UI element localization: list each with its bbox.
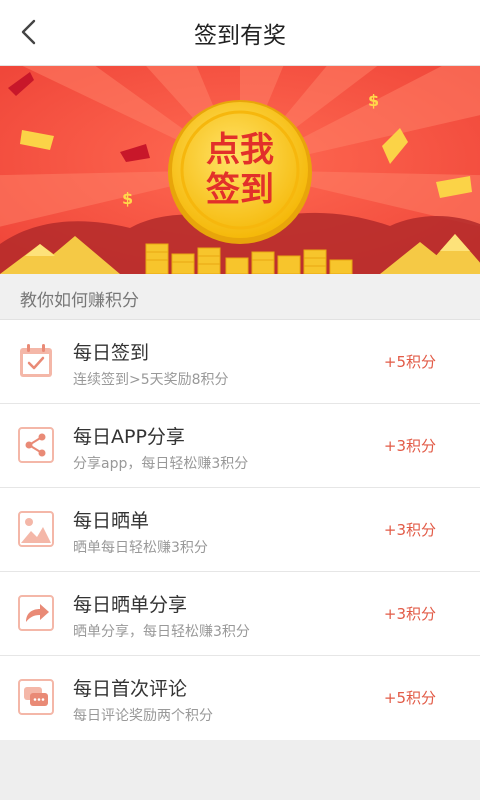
task-name: 每日APP分享 xyxy=(73,426,185,448)
task-description: 晒单每日轻松赚3积分 xyxy=(73,540,208,556)
page-title: 签到有奖 xyxy=(194,23,286,49)
task-item-daily-checkin[interactable]: 每日签到 连续签到>5天奖励8积分 +5积分 xyxy=(0,320,480,404)
task-item-app-share[interactable]: 每日APP分享 分享app，每日轻松赚3积分 +3积分 xyxy=(0,404,480,488)
task-item-show-order-share[interactable]: 每日晒单分享 晒单分享，每日轻松赚3积分 +3积分 xyxy=(0,572,480,656)
sign-in-button-line2: 签到 xyxy=(206,170,274,210)
section-title: 教你如何赚积分 xyxy=(20,291,139,311)
share-icon xyxy=(18,427,54,463)
forward-arrow-icon xyxy=(18,595,54,631)
image-icon xyxy=(18,511,54,547)
task-name: 每日签到 xyxy=(73,342,150,364)
sign-in-banner: $ $ 点我 签到 xyxy=(0,66,480,274)
task-description: 每日评论奖励两个积分 xyxy=(73,708,213,724)
task-name: 每日晒单分享 xyxy=(73,594,188,616)
task-description: 分享app，每日轻松赚3积分 xyxy=(73,456,249,472)
sign-in-button-line1: 点我 xyxy=(206,130,274,170)
task-points: +3积分 xyxy=(383,605,436,623)
task-points: +3积分 xyxy=(383,437,436,455)
comment-bubble-icon xyxy=(18,679,54,715)
task-item-first-comment[interactable]: 每日首次评论 每日评论奖励两个积分 +5积分 xyxy=(0,656,480,740)
task-item-show-order[interactable]: 每日晒单 晒单每日轻松赚3积分 +3积分 xyxy=(0,488,480,572)
section-header: 教你如何赚积分 xyxy=(0,274,480,320)
top-bar: 签到有奖 xyxy=(0,0,480,66)
task-description: 连续签到>5天奖励8积分 xyxy=(73,372,229,388)
task-name: 每日晒单 xyxy=(73,510,150,532)
task-points: +3积分 xyxy=(383,521,436,539)
calendar-check-icon xyxy=(20,344,52,377)
task-list: 每日签到 连续签到>5天奖励8积分 +5积分 每日APP分享 分享app，每日轻… xyxy=(0,320,480,740)
task-points: +5积分 xyxy=(383,353,436,371)
task-points: +5积分 xyxy=(383,689,436,707)
task-name: 每日首次评论 xyxy=(73,678,188,700)
sign-in-coin-button[interactable]: 点我 签到 xyxy=(182,118,298,222)
svg-text:$: $ xyxy=(122,189,133,208)
svg-text:$: $ xyxy=(368,91,379,110)
task-description: 晒单分享，每日轻松赚3积分 xyxy=(73,624,250,640)
